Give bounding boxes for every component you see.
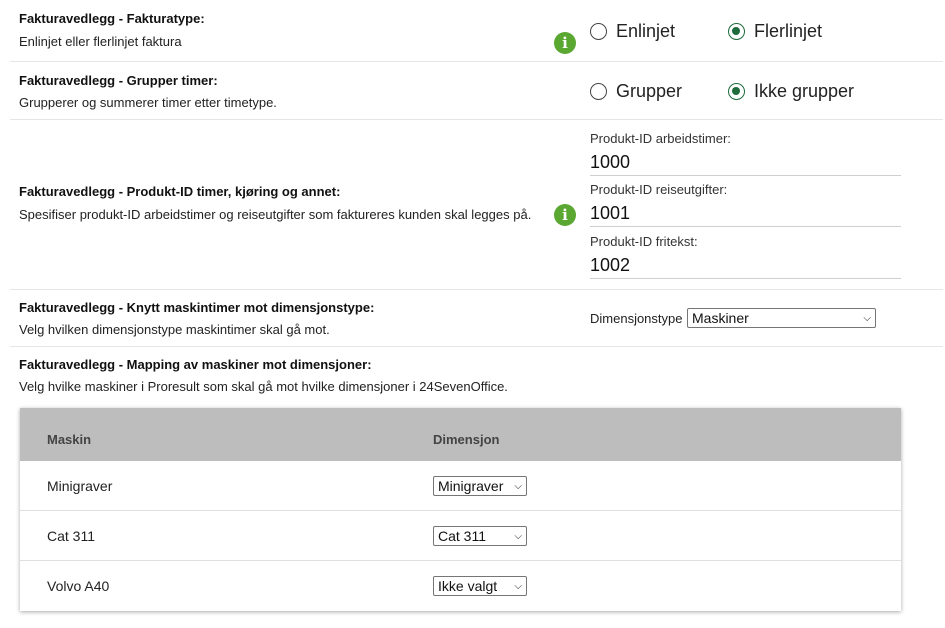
- radio-label: Enlinjet: [616, 21, 676, 41]
- dimensjonstype-select[interactable]: Maskiner ⌵: [687, 308, 876, 328]
- radio-enlinjet[interactable]: Enlinjet: [590, 21, 675, 42]
- setting-title: Fakturavedlegg - Produkt-ID timer, kjøri…: [19, 184, 341, 199]
- radio-label: Grupper: [616, 81, 683, 101]
- setting-description: Velg hvilken dimensjonstype maskintimer …: [19, 322, 330, 337]
- setting-title: Fakturavedlegg - Knytt maskintimer mot d…: [19, 300, 375, 315]
- dimension-select[interactable]: Ikke valgt ⌵: [433, 576, 527, 596]
- product-id-arbeidstimer-input[interactable]: [590, 150, 901, 176]
- chevron-down-icon: ⌵: [863, 312, 871, 324]
- chevron-down-icon: ⌵: [514, 480, 522, 492]
- table-row: Cat 311 Cat 311 ⌵: [20, 511, 901, 561]
- select-value: Ikke valgt: [438, 578, 498, 594]
- info-icon[interactable]: i: [554, 32, 576, 54]
- machine-name: Volvo A40: [47, 578, 110, 594]
- dimension-select[interactable]: Minigraver ⌵: [433, 476, 527, 496]
- table-row: Volvo A40 Ikke valgt ⌵: [20, 561, 901, 611]
- field-label-reiseutgifter: Produkt-ID reiseutgifter:: [590, 182, 728, 197]
- select-value: Minigraver: [438, 478, 504, 494]
- radio-flerlinjet[interactable]: Flerlinjet: [728, 21, 822, 42]
- product-id-reiseutgifter-input[interactable]: [590, 201, 901, 227]
- machine-mapping-table: Maskin Dimensjon Minigraver Minigraver ⌵…: [20, 408, 901, 611]
- select-value: Cat 311: [438, 528, 486, 544]
- select-value: Maskiner: [692, 310, 749, 326]
- setting-description: Velg hvilke maskiner i Proresult som ska…: [19, 379, 508, 394]
- dimensjonstype-label: Dimensjonstype: [590, 311, 683, 326]
- info-icon[interactable]: i: [554, 204, 576, 226]
- radio-button-icon[interactable]: [590, 83, 607, 100]
- setting-description: Grupperer og summerer timer etter timety…: [19, 95, 277, 110]
- radio-label: Ikke grupper: [754, 81, 855, 101]
- setting-description: Enlinjet eller flerlinjet faktura: [19, 34, 182, 49]
- setting-row-produkt-id: Fakturavedlegg - Produkt-ID timer, kjøri…: [10, 120, 943, 290]
- table-header: Maskin Dimensjon: [20, 408, 901, 461]
- radio-button-checked-icon[interactable]: [728, 83, 745, 100]
- setting-row-mapping: Fakturavedlegg - Mapping av maskiner mot…: [10, 347, 943, 397]
- radio-button-checked-icon[interactable]: [728, 23, 745, 40]
- radio-button-icon[interactable]: [590, 23, 607, 40]
- column-header-dimensjon: Dimensjon: [433, 432, 500, 447]
- machine-name: Cat 311: [47, 528, 95, 544]
- table-row: Minigraver Minigraver ⌵: [20, 461, 901, 511]
- setting-row-fakturatype: Fakturavedlegg - Fakturatype: Enlinjet e…: [10, 0, 943, 62]
- setting-row-dimensjonstype: Fakturavedlegg - Knytt maskintimer mot d…: [10, 290, 943, 347]
- chevron-down-icon: ⌵: [514, 530, 522, 542]
- radio-grupper[interactable]: Grupper: [590, 81, 682, 102]
- setting-title: Fakturavedlegg - Grupper timer:: [19, 73, 218, 88]
- setting-title: Fakturavedlegg - Fakturatype:: [19, 11, 205, 26]
- field-label-fritekst: Produkt-ID fritekst:: [590, 234, 698, 249]
- dimension-select[interactable]: Cat 311 ⌵: [433, 526, 527, 546]
- setting-description: Spesifiser produkt-ID arbeidstimer og re…: [19, 207, 532, 222]
- setting-title: Fakturavedlegg - Mapping av maskiner mot…: [19, 357, 372, 372]
- column-header-maskin: Maskin: [47, 432, 92, 447]
- product-id-fritekst-input[interactable]: [590, 253, 901, 279]
- setting-row-grupper-timer: Fakturavedlegg - Grupper timer: Gruppere…: [10, 62, 943, 120]
- radio-label: Flerlinjet: [754, 21, 823, 41]
- field-label-arbeidstimer: Produkt-ID arbeidstimer:: [590, 131, 731, 146]
- machine-name: Minigraver: [47, 478, 113, 494]
- chevron-down-icon: ⌵: [514, 580, 522, 592]
- radio-ikke-grupper[interactable]: Ikke grupper: [728, 81, 854, 102]
